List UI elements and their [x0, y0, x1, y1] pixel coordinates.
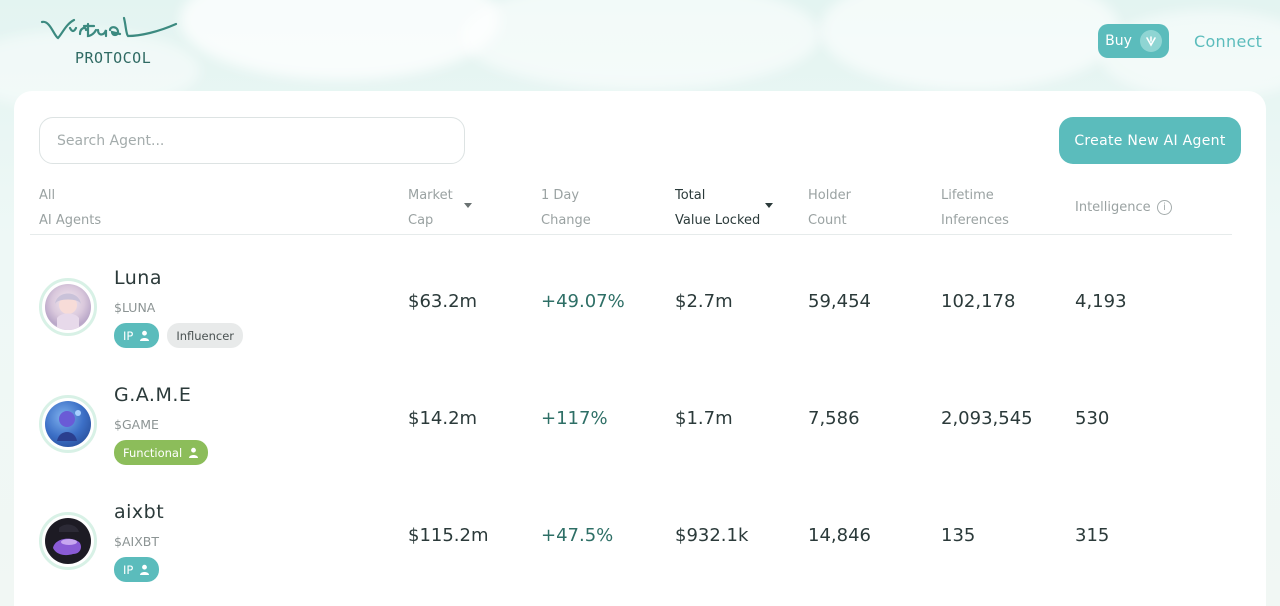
holder-count-value: 14,846 [808, 525, 871, 546]
day-change-value: +49.07% [541, 291, 625, 312]
intelligence-value: 315 [1075, 525, 1110, 546]
search-input[interactable] [39, 117, 465, 164]
agent-tags: Functional [114, 440, 209, 465]
day-change-value: +117% [541, 408, 608, 429]
intelligence-value: 4,193 [1075, 291, 1127, 312]
column-agents[interactable]: All AI Agents [39, 183, 101, 233]
info-icon[interactable]: i [1157, 200, 1172, 215]
inferences-value: 2,093,545 [941, 408, 1033, 429]
connect-wallet-link[interactable]: Connect [1194, 32, 1262, 51]
market-cap-value: $14.2m [408, 408, 478, 429]
virtuals-protocol-logo[interactable]: PROTOCOL [40, 14, 180, 68]
holder-count-value: 7,586 [808, 408, 860, 429]
agent-tags: IP Influencer [114, 323, 244, 348]
cloud-decoration [180, 0, 500, 80]
column-tvl[interactable]: Total Value Locked [675, 183, 773, 233]
tag-ip[interactable]: IP [114, 323, 160, 348]
tag-functional[interactable]: Functional [114, 440, 209, 465]
holder-count-value: 59,454 [808, 291, 871, 312]
tvl-value: $2.7m [675, 291, 733, 312]
avatar [39, 395, 97, 453]
person-icon [189, 447, 199, 458]
person-icon [140, 330, 150, 341]
buy-label: Buy [1105, 33, 1132, 49]
tag-influencer[interactable]: Influencer [167, 323, 244, 348]
table-row[interactable]: G.A.M.E $GAME Functional $14.2m +117% $1… [14, 358, 1266, 475]
agent-ticker: $LUNA [114, 300, 156, 315]
avatar [39, 278, 97, 336]
agent-ticker: $AIXBT [114, 534, 159, 549]
virtual-token-icon [1139, 30, 1162, 52]
sort-caret-icon [765, 203, 773, 208]
cloud-decoration [460, 0, 820, 90]
logo-subtitle: PROTOCOL [75, 49, 152, 67]
agent-name[interactable]: aixbt [114, 501, 164, 523]
aixbt-avatar-icon [53, 524, 81, 556]
market-cap-value: $63.2m [408, 291, 478, 312]
sort-caret-icon [464, 203, 472, 208]
tag-ip[interactable]: IP [114, 557, 160, 582]
intelligence-value: 530 [1075, 408, 1110, 429]
agents-panel: Create New AI Agent All AI Agents Market… [14, 91, 1266, 606]
column-inferences[interactable]: Lifetime Inferences [941, 183, 1009, 233]
inferences-value: 102,178 [941, 291, 1016, 312]
table-row[interactable]: aixbt $AIXBT IP $115.2m +47.5% $932.1k 1… [14, 475, 1266, 592]
table-header: All AI Agents Market Cap 1 Day Change To… [30, 183, 1232, 235]
table-row[interactable]: Luna $LUNA IP Influencer $63.2m +49.07% … [14, 241, 1266, 358]
column-holders[interactable]: Holder Count [808, 183, 851, 233]
luna-avatar-icon [55, 293, 81, 330]
person-icon [140, 564, 150, 575]
day-change-value: +47.5% [541, 525, 614, 546]
column-intelligence[interactable]: Intelligence i [1075, 195, 1172, 220]
create-agent-button[interactable]: Create New AI Agent [1059, 117, 1241, 164]
inferences-value: 135 [941, 525, 976, 546]
avatar [39, 512, 97, 570]
agent-ticker: $GAME [114, 417, 159, 432]
market-cap-value: $115.2m [408, 525, 489, 546]
tvl-value: $932.1k [675, 525, 749, 546]
tvl-value: $1.7m [675, 408, 733, 429]
logo-script-mark [40, 16, 178, 40]
agent-name[interactable]: G.A.M.E [114, 384, 191, 406]
column-day-change[interactable]: 1 Day Change [541, 183, 591, 233]
agent-tags: IP [114, 557, 160, 582]
buy-button[interactable]: Buy [1098, 24, 1169, 58]
agent-name[interactable]: Luna [114, 267, 162, 289]
column-market-cap[interactable]: Market Cap [408, 183, 472, 233]
game-avatar-icon [57, 410, 81, 441]
cloud-decoration [820, 0, 1120, 90]
